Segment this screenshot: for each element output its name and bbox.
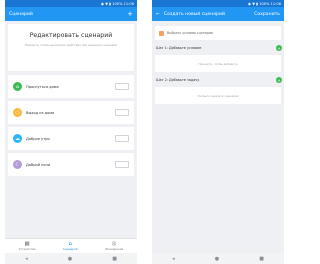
edit-scenario-card[interactable]: Редактировать сценарий Нажмите, чтобы вы… [8,24,134,71]
back-icon[interactable]: ◂ [172,256,175,262]
tab-label: Устройства [18,247,36,251]
add-condition-label: Выбрать условия сценария [167,31,213,35]
step-section: Шаг 1: Добавьте условие + Нажмите, чтобы… [152,44,284,72]
system-nav-bar: ◂ ● ■ [5,253,137,264]
home-nav-icon[interactable]: ● [215,256,219,262]
recents-icon[interactable]: ■ [259,256,264,262]
scenario-run-button[interactable] [115,83,129,90]
tab-label: Сценарий [63,247,78,251]
scenario-run-button[interactable] [115,109,129,116]
app-bar: Сценарий + [5,7,137,21]
status-text: ◉ ▼ ▮ 100% 11:06 [100,1,134,6]
scenario-run-button[interactable] [115,161,129,168]
scenario-list: ⌂ Проснуться дома ▭ Выход из дома ☁ Доброе ут… [5,75,137,176]
edit-scenario-subtitle: Нажмите, чтобы выполнить действия или из… [24,43,118,47]
add-icon[interactable]: + [127,10,133,18]
app-bar: ← Создать новый сценарий Сохранить [152,7,284,21]
add-step-icon[interactable]: + [276,77,282,83]
tab-home[interactable]: ⌂ Сценарий [63,241,78,251]
scenario-row[interactable]: ☁ Доброе утро [8,127,134,150]
step-placeholder[interactable]: Не было задачи в сценарии [155,87,281,104]
step-label: Шаг 2: Добавьте задачу [156,78,200,82]
add-step-icon[interactable]: + [276,45,282,51]
sunrise-icon: ☁ [13,134,22,143]
step-label: Шаг 1: Добавьте условие [156,46,202,50]
create-scenario-screen: ◉ ▼ ▮ 100% 11:06 ← Создать новый сценари… [152,0,284,264]
condition-icon [159,30,164,36]
briefcase-icon: ▭ [13,108,22,117]
bottom-tab-bar: ▦ Устройства ⌂ Сценарий ◎ Расширения [5,238,137,253]
tab-extensions[interactable]: ◎ Расширения [105,241,123,251]
scenario-run-button[interactable] [115,135,129,142]
moon-icon: ☾ [13,160,22,169]
status-text: ◉ ▼ ▮ 100% 11:06 [247,1,281,6]
tab-label: Расширения [105,247,124,251]
back-arrow-icon[interactable]: ← [156,12,160,17]
scenario-row[interactable]: ⌂ Проснуться дома [8,75,134,98]
scenario-row[interactable]: ☾ Доброй ночи [8,153,134,176]
scenario-row[interactable]: ▭ Выход из дома [8,101,134,124]
home-nav-icon[interactable]: ● [68,256,72,262]
status-bar: ◉ ▼ ▮ 100% 11:06 [5,0,137,7]
step-placeholder[interactable]: Нажмите, чтобы добавить [155,55,281,72]
step-section: Шаг 2: Добавьте задачу + Не было задачи … [152,76,284,104]
scenario-label: Проснуться дома [26,84,59,89]
save-button[interactable]: Сохранить [254,12,280,17]
scenario-label: Доброе утро [26,136,50,141]
page-title: Создать новый сценарий [163,11,225,17]
recents-icon[interactable]: ■ [112,256,117,262]
back-icon[interactable]: ◂ [25,256,28,262]
system-nav-bar: ◂ ● ■ [152,253,284,264]
add-condition-row[interactable]: Выбрать условия сценария [155,26,281,40]
page-title: Сценарий [9,11,33,17]
tab-devices[interactable]: ▦ Устройства [19,241,36,251]
status-bar: ◉ ▼ ▮ 100% 11:06 [152,0,284,7]
house-icon: ⌂ [13,82,22,91]
scenario-label: Выход из дома [26,110,55,115]
scenario-label: Доброй ночи [26,162,51,167]
edit-scenario-title: Редактировать сценарий [29,32,113,39]
scenes-screen: ◉ ▼ ▮ 100% 11:06 Сценарий + Редактироват… [5,0,137,264]
